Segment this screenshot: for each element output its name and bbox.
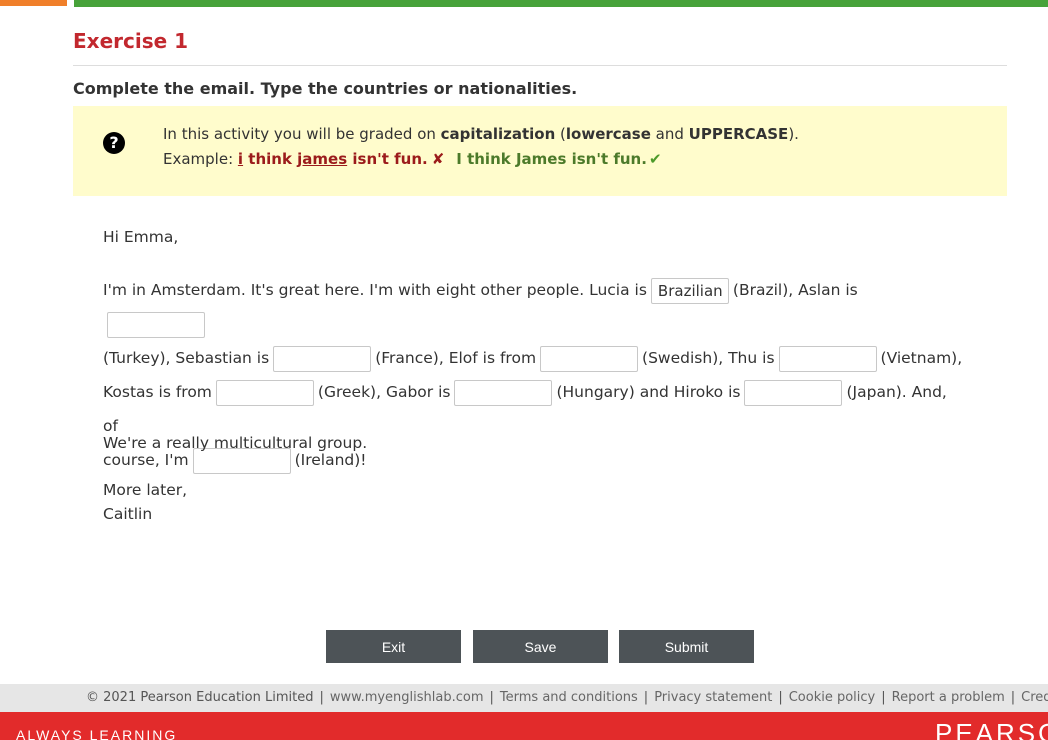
tagline: ALWAYS LEARNING (16, 727, 178, 740)
answer-input-7[interactable] (454, 379, 553, 406)
footer-links: © 2021 Pearson Education Limited | www.mye… (86, 690, 1048, 705)
footer-link-report[interactable]: Report a problem (892, 690, 1005, 705)
answer-input-2[interactable] (107, 311, 205, 338)
check-icon: ✔ (648, 150, 662, 168)
help-icon[interactable]: ? (103, 132, 125, 154)
submit-button[interactable]: Submit (619, 630, 754, 663)
footer: © 2021 Pearson Education Limited | www.mye… (0, 684, 1048, 712)
answer-input-3[interactable] (273, 345, 372, 372)
page-title: Exercise 1 (73, 29, 189, 53)
top-accent-orange (0, 0, 67, 6)
top-accent-green (74, 0, 1048, 7)
grading-notice: ? In this activity you will be graded on… (73, 106, 1007, 196)
answer-input-8[interactable] (744, 379, 843, 406)
footer-link-cookie[interactable]: Cookie policy (789, 690, 876, 705)
answer-input-5[interactable] (778, 345, 877, 372)
answer-input-1[interactable] (650, 277, 729, 304)
notice-line-1: In this activity you will be graded on c… (163, 125, 799, 143)
copyright: © 2021 Pearson Education Limited (86, 690, 314, 705)
footer-link-terms[interactable]: Terms and conditions (500, 690, 638, 705)
wrong-example: i think james isn't fun. (237, 150, 428, 168)
notice-example: Example: i think james isn't fun. ✘ I thin… (163, 150, 662, 168)
email-line: We're a really multicultural group. (103, 434, 368, 452)
email-signoff: More later, (103, 481, 188, 499)
save-button[interactable]: Save (473, 630, 608, 663)
footer-link-site[interactable]: www.myenglishlab.com (330, 690, 484, 705)
brand-bar: ALWAYS LEARNING PEARSON (0, 712, 1048, 740)
email-greeting: Hi Emma, (103, 228, 179, 246)
correct-example: I think James isn't fun. (456, 150, 647, 168)
title-divider (73, 65, 1007, 66)
instructions: Complete the email. Type the countries o… (73, 79, 578, 98)
pearson-logo: PEARSON (935, 718, 1048, 740)
answer-input-6[interactable] (215, 379, 314, 406)
answer-input-4[interactable] (540, 345, 639, 372)
cross-icon: ✘ (431, 150, 445, 168)
footer-link-credits[interactable]: Credits (1021, 690, 1048, 705)
exit-button[interactable]: Exit (326, 630, 461, 663)
email-signature: Caitlin (103, 505, 153, 523)
footer-link-privacy[interactable]: Privacy statement (654, 690, 772, 705)
